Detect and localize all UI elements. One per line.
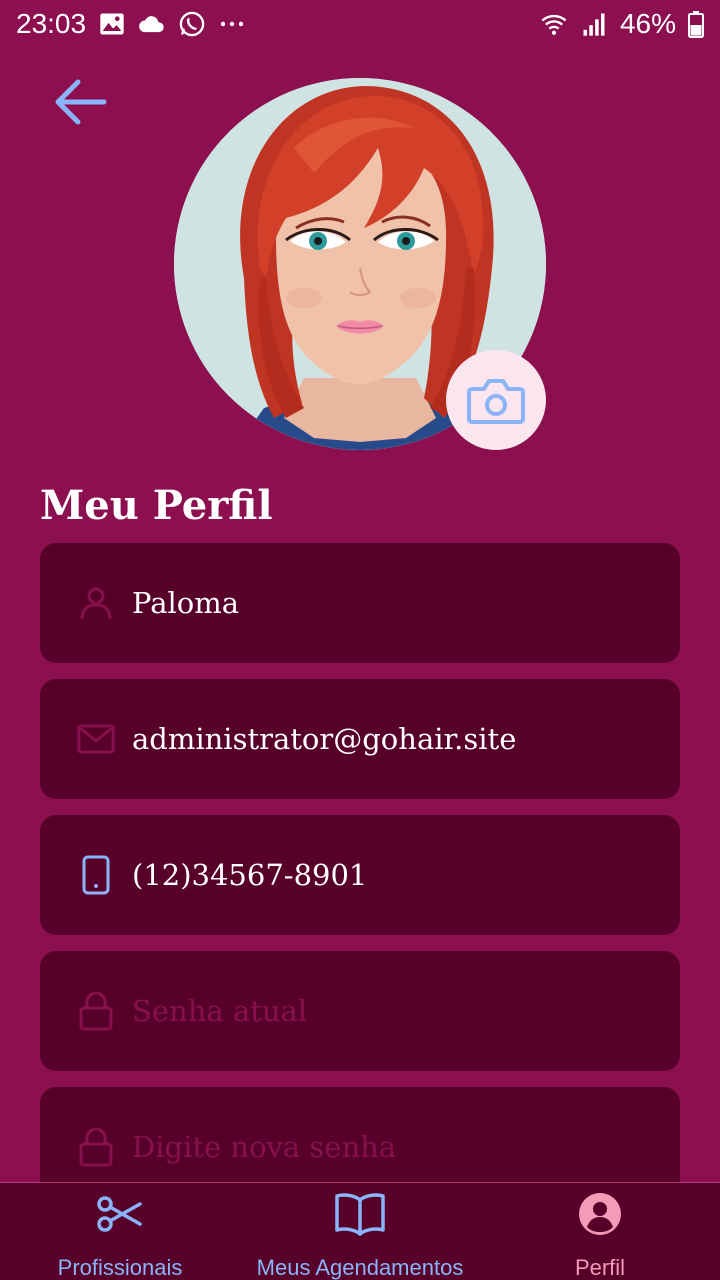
phone-value[interactable]: (12)34567-8901 [132,858,652,892]
signal-icon [583,13,605,36]
battery-icon [688,11,704,38]
email-value[interactable]: administrator@gohair.site [132,722,652,756]
arrow-left-icon [55,79,107,125]
wifi-icon [541,14,567,35]
more-icon [220,21,244,27]
change-photo-button[interactable] [446,350,546,450]
new-password-input[interactable]: Digite nova senha [132,1130,652,1164]
nav-item-profissionais[interactable]: Profissionais [40,1183,200,1280]
scissors-icon [96,1183,144,1245]
user-circle-icon [578,1183,622,1245]
lock-icon [76,991,116,1031]
nav-item-meus-agendamentos[interactable]: Meus Agendamentos [240,1183,480,1280]
name-field[interactable]: Paloma [40,543,680,663]
status-bar: 23:03 46% [0,0,720,48]
book-icon [334,1183,386,1245]
phone-icon [76,855,116,895]
camera-icon [467,379,525,424]
user-icon [76,583,116,623]
back-button[interactable] [46,70,114,134]
page-title: Meu Perfil [40,482,273,529]
nav-label-meus-agendamentos: Meus Agendamentos [256,1255,464,1280]
bottom-navigation: Profissionais Meus Agendamentos Perfil [0,1182,720,1280]
phone-field[interactable]: (12)34567-8901 [40,815,680,935]
lock-icon [76,1127,116,1167]
email-field[interactable]: administrator@gohair.site [40,679,680,799]
whatsapp-icon [179,11,205,37]
cloud-icon [139,16,164,33]
status-right: 46% [540,8,704,40]
status-time: 23:03 [16,8,87,39]
mail-icon [76,719,116,759]
current-password-input[interactable]: Senha atual [132,994,652,1028]
nav-item-perfil[interactable]: Perfil [540,1183,660,1280]
nav-label-profissionais: Profissionais [57,1255,183,1280]
profile-screen: 23:03 46% Meu Perfil Paloma administrato… [0,0,720,1280]
battery-percentage: 46% [619,8,676,39]
nav-label-perfil: Perfil [574,1255,626,1280]
current-password-field[interactable]: Senha atual [40,951,680,1071]
status-left: 23:03 [16,8,246,40]
name-value[interactable]: Paloma [132,586,652,620]
image-icon [100,13,124,35]
